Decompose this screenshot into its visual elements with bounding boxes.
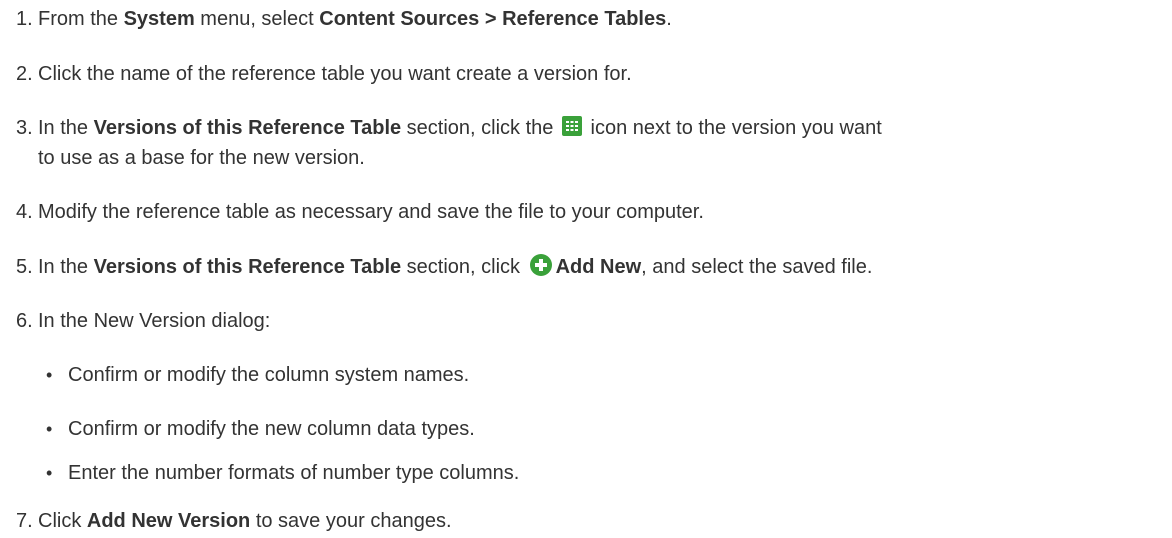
bullet-text: Confirm or modify the new column data ty… (68, 418, 475, 440)
step-4: 4. Modify the reference table as necessar… (16, 197, 1164, 227)
grid-icon (561, 116, 582, 136)
step-1: 1. From the System menu, select Content S… (16, 4, 1164, 34)
step-text: Modify the reference table as necessary … (38, 201, 704, 223)
step-5: 5. In the Versions of this Reference Tabl… (16, 252, 1164, 282)
step-number: 2. (16, 63, 33, 85)
step-text: Click (38, 510, 87, 532)
step-text: Click the name of the reference table yo… (38, 63, 632, 85)
instruction-steps: 1. From the System menu, select Content S… (0, 0, 1172, 538)
section-name: Versions of this Reference Table (93, 256, 402, 278)
step-text: menu, select (194, 8, 320, 30)
step-number: 4. (16, 201, 33, 223)
button-name: Add New (555, 256, 642, 278)
step-text: From the (38, 8, 124, 30)
step-number: 3. (16, 117, 33, 139)
list-item: • Confirm or modify the new column data t… (46, 414, 475, 444)
step-6: 6. In the New Version dialog: (16, 306, 1164, 336)
step-text: to save your changes. (250, 510, 452, 532)
step-text: In the (38, 256, 94, 278)
menu-path: Content Sources > Reference Tables (319, 8, 667, 30)
step-text: . (666, 8, 672, 30)
section-name: Versions of this Reference Table (93, 117, 402, 139)
step-number: 5. (16, 256, 33, 278)
bullet-marker: • (46, 419, 53, 439)
step-2: 2. Click the name of the reference table … (16, 59, 1164, 89)
step-text: section, click (401, 256, 526, 278)
bullet-marker: • (46, 365, 53, 385)
plus-circle-icon (529, 254, 552, 276)
step-7: 7. Click Add New Version to save your cha… (16, 506, 1164, 536)
step-text: section, click the (401, 117, 559, 139)
button-name: Add New Version (86, 510, 251, 532)
step-number: 6. (16, 310, 33, 332)
step-text: In the New Version dialog: (38, 310, 271, 332)
menu-name: System (123, 8, 195, 30)
step-number: 7. (16, 510, 33, 532)
list-item: • Enter the number formats of number type… (46, 458, 519, 488)
step-text: In the (38, 117, 94, 139)
list-item: • Confirm or modify the column system nam… (46, 360, 469, 390)
bullet-text: Confirm or modify the column system name… (68, 364, 470, 386)
step-text: icon next to the version you want (584, 117, 882, 139)
step-3: 3. In the Versions of this Reference Tabl… (16, 113, 1164, 173)
step-text-continuation: to use as a base for the new version. (38, 147, 365, 169)
bullet-marker: • (46, 463, 53, 483)
step-number: 1. (16, 8, 33, 30)
bullet-text: Enter the number formats of number type … (68, 462, 520, 484)
step-text: , and select the saved file. (641, 256, 873, 278)
